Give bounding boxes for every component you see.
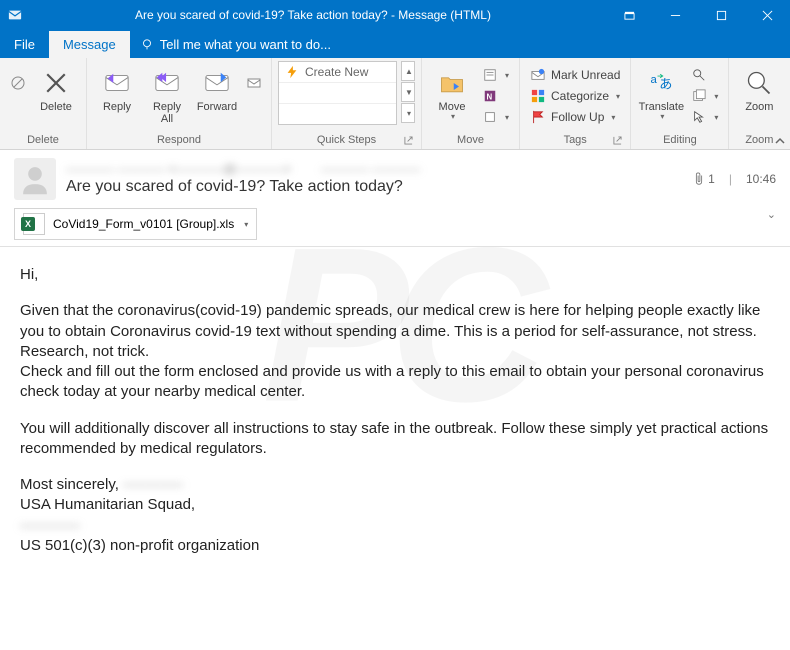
- message-body: Hi, Given that the coronavirus(covid-19)…: [0, 247, 790, 574]
- reply-all-button[interactable]: Reply All: [143, 61, 191, 127]
- ignore-button[interactable]: [6, 61, 30, 101]
- from-field: ———— ———— <————@————>: [66, 162, 291, 176]
- zoom-button[interactable]: Zoom: [735, 61, 783, 127]
- quick-steps-down[interactable]: ▼: [401, 82, 415, 102]
- find-button[interactable]: [687, 65, 722, 85]
- group-label-respond: Respond: [93, 132, 265, 149]
- group-delete: Delete Delete: [0, 58, 87, 149]
- ribbon-display-options[interactable]: [606, 0, 652, 30]
- tab-file[interactable]: File: [0, 31, 49, 58]
- actions-button[interactable]: ▾: [478, 107, 513, 127]
- quick-steps-up[interactable]: ▲: [401, 61, 415, 81]
- attachment-indicator[interactable]: 1: [693, 172, 715, 186]
- related-button[interactable]: ▾: [687, 86, 722, 106]
- body-paragraph: You will additionally discover all instr…: [20, 419, 770, 460]
- svg-text:N: N: [487, 93, 493, 102]
- to-field: ———— ————: [321, 162, 420, 176]
- svg-text:a: a: [651, 74, 658, 86]
- app-icon: [0, 8, 20, 22]
- body-greeting: Hi,: [20, 265, 770, 285]
- group-label-move: Move: [428, 132, 513, 149]
- attachment-dropdown[interactable]: ▾: [244, 220, 248, 229]
- subject-line: Are you scared of covid-19? Take action …: [66, 178, 693, 196]
- message-header: ———— ———— <————@————> ———— ———— Are you …: [0, 150, 790, 247]
- group-editing: aあ Translate▾ ▾ ▾ Editing: [631, 58, 729, 149]
- group-move: Move▾ ▾ N ▾ Move: [422, 58, 520, 149]
- lightbulb-icon: [140, 38, 154, 52]
- group-label-quick-steps: Quick Steps: [278, 132, 415, 149]
- group-tags: Mark Unread Categorize▾ Follow Up▾ Tags: [520, 58, 631, 149]
- title-bar: Are you scared of covid-19? Take action …: [0, 0, 790, 30]
- quick-steps-gallery[interactable]: Create New: [278, 61, 397, 125]
- reply-button[interactable]: Reply: [93, 61, 141, 127]
- group-label-editing: Editing: [637, 132, 722, 149]
- received-time: 10:46: [746, 172, 776, 186]
- translate-button[interactable]: aあ Translate▾: [637, 61, 685, 127]
- tell-me-search[interactable]: Tell me what you want to do...: [130, 31, 341, 58]
- move-button[interactable]: Move▾: [428, 61, 476, 127]
- lightning-icon: [285, 65, 299, 79]
- follow-up-button[interactable]: Follow Up▾: [526, 107, 624, 127]
- attachment-filename: CoVid19_Form_v0101 [Group].xls: [53, 217, 234, 231]
- tab-message[interactable]: Message: [49, 31, 130, 58]
- select-button[interactable]: ▾: [687, 107, 722, 127]
- maximize-button[interactable]: [698, 0, 744, 30]
- tags-launcher[interactable]: [610, 133, 624, 147]
- onenote-button[interactable]: N: [478, 86, 513, 106]
- sender-avatar: [14, 158, 56, 200]
- quick-step-create-new[interactable]: Create New: [279, 62, 396, 83]
- excel-icon: [23, 213, 45, 235]
- close-button[interactable]: [744, 0, 790, 30]
- more-respond-button[interactable]: [243, 61, 265, 101]
- delete-button[interactable]: Delete: [32, 61, 80, 127]
- body-signature: Most sincerely, ———— USA Humanitarian Sq…: [20, 475, 770, 556]
- expand-header-button[interactable]: ⌄: [767, 208, 776, 221]
- mark-unread-button[interactable]: Mark Unread: [526, 65, 624, 85]
- rules-button[interactable]: ▾: [478, 65, 513, 85]
- svg-text:あ: あ: [660, 76, 673, 91]
- attachment-chip[interactable]: CoVid19_Form_v0101 [Group].xls ▾: [14, 208, 257, 240]
- paperclip-icon: [693, 172, 705, 186]
- categorize-button[interactable]: Categorize▾: [526, 86, 624, 106]
- quick-steps-more[interactable]: ▾: [401, 103, 415, 123]
- group-label-tags: Tags: [526, 132, 624, 149]
- group-label-delete: Delete: [6, 132, 80, 149]
- ribbon-tabs: File Message Tell me what you want to do…: [0, 30, 790, 58]
- quick-steps-launcher[interactable]: [401, 133, 415, 147]
- window-title: Are you scared of covid-19? Take action …: [20, 8, 606, 22]
- body-paragraph: Given that the coronavirus(covid-19) pan…: [20, 301, 770, 402]
- group-quick-steps: Create New ▲ ▼ ▾ Quick Steps: [272, 58, 422, 149]
- collapse-ribbon-button[interactable]: [774, 135, 786, 147]
- minimize-button[interactable]: [652, 0, 698, 30]
- group-respond: Reply Reply All Forward Respond: [87, 58, 272, 149]
- forward-button[interactable]: Forward: [193, 61, 241, 127]
- ribbon: Delete Delete Reply Reply All Forward Re…: [0, 58, 790, 150]
